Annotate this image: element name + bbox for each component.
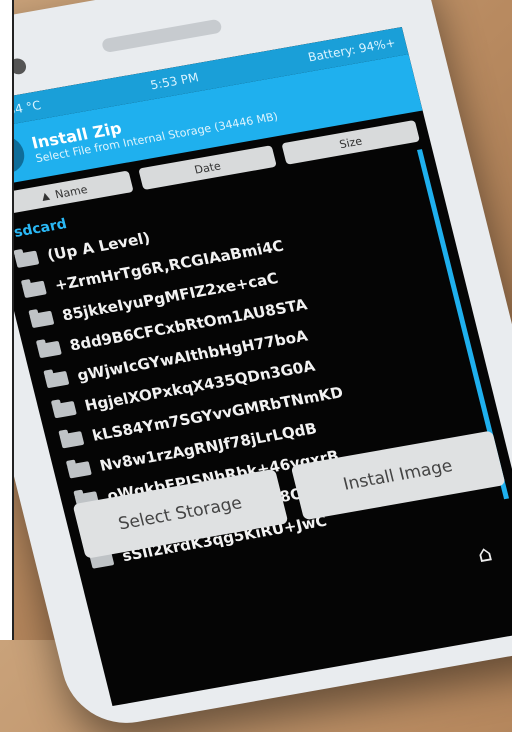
clock: 5:53 PM bbox=[148, 70, 201, 93]
folder-icon bbox=[36, 340, 62, 358]
photo-scene: CPU: 34 °C 5:53 PM Battery: 94%+ ✱ Insta… bbox=[0, 0, 512, 732]
phone-screen: CPU: 34 °C 5:53 PM Battery: 94%+ ✱ Insta… bbox=[0, 27, 512, 707]
folder-icon bbox=[14, 250, 40, 268]
sort-name-label: Name bbox=[53, 182, 89, 201]
earpiece-speaker bbox=[100, 18, 223, 54]
folder-icon bbox=[21, 280, 47, 298]
sort-date-label: Date bbox=[192, 159, 223, 177]
sort-size-label: Size bbox=[337, 134, 364, 151]
home-icon[interactable]: ⌂ bbox=[475, 541, 495, 568]
folder-icon bbox=[51, 400, 77, 418]
left-edge-bar bbox=[0, 0, 14, 640]
sort-ascending-icon: ▲ bbox=[40, 190, 51, 203]
folder-icon bbox=[44, 370, 70, 388]
phone-body: CPU: 34 °C 5:53 PM Battery: 94%+ ✱ Insta… bbox=[0, 0, 512, 732]
folder-icon bbox=[66, 460, 92, 479]
folder-icon bbox=[29, 310, 55, 328]
folder-icon bbox=[59, 430, 85, 448]
